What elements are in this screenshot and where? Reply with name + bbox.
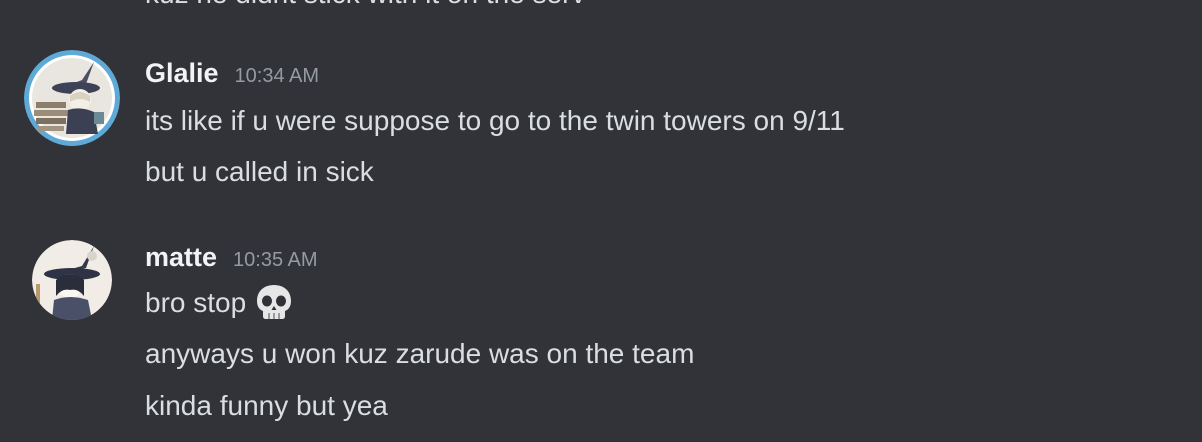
avatar-matte[interactable] bbox=[32, 240, 112, 320]
username[interactable]: Glalie bbox=[145, 58, 219, 89]
witch-avatar-icon bbox=[24, 50, 120, 146]
skull-emoji-icon bbox=[254, 282, 294, 322]
message-line: but u called in sick bbox=[145, 156, 374, 187]
message-line: anyways u won kuz zarude was on the team bbox=[145, 338, 695, 369]
message-line-with-emoji: bro stop bbox=[145, 283, 294, 323]
message-header: Glalie 10:34 AM bbox=[145, 58, 319, 92]
message-header: matte 10:35 AM bbox=[145, 242, 318, 276]
message-line: its like if u were suppose to go to the … bbox=[145, 105, 845, 136]
witch-avatar-icon bbox=[32, 240, 112, 320]
username[interactable]: matte bbox=[145, 242, 217, 273]
timestamp: 10:34 AM bbox=[234, 65, 320, 87]
avatar-glalie[interactable] bbox=[24, 50, 120, 146]
message-text: bro stop bbox=[145, 287, 247, 318]
message-line: kinda funny but yea bbox=[145, 390, 388, 421]
timestamp: 10:35 AM bbox=[233, 249, 318, 271]
previous-message-text: kuz he didnt stick with it on the serv bbox=[145, 0, 585, 10]
